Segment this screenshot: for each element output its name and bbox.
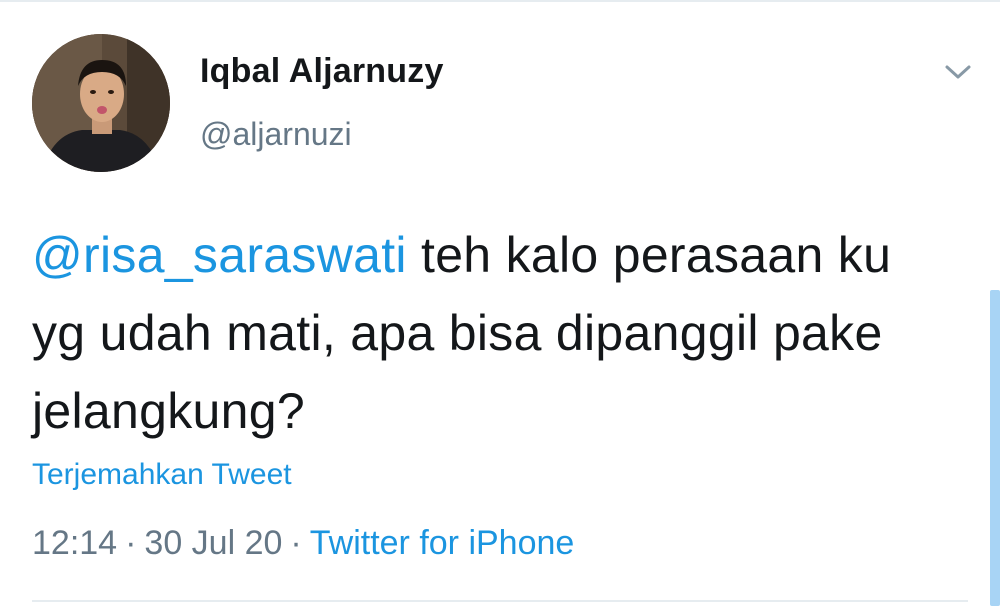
- translate-tweet-link[interactable]: Terjemahkan Tweet: [32, 458, 292, 492]
- tweet-date[interactable]: 30 Jul 20: [144, 524, 282, 562]
- tweet-source-link[interactable]: Twitter for iPhone: [310, 524, 575, 562]
- scrollbar[interactable]: [990, 290, 1000, 606]
- author-name[interactable]: Iqbal Aljarnuzy: [200, 52, 444, 91]
- meta-separator: ·: [125, 524, 137, 562]
- meta-separator: ·: [290, 524, 302, 562]
- avatar[interactable]: [32, 34, 170, 172]
- mention-link[interactable]: @risa_saraswati: [32, 227, 407, 283]
- tweet-meta: 12:14 · 30 Jul 20 · Twitter for iPhone: [32, 524, 574, 563]
- bottom-divider: [32, 600, 968, 602]
- top-divider: [0, 0, 1000, 2]
- author-handle[interactable]: @aljarnuzi: [200, 116, 352, 153]
- tweet-time[interactable]: 12:14: [32, 524, 117, 562]
- tweet-card: Iqbal Aljarnuzy @aljarnuzi @risa_saraswa…: [0, 0, 1000, 606]
- tweet-menu-button[interactable]: [936, 56, 980, 92]
- tweet-text: @risa_saraswati teh kalo perasaan ku yg …: [32, 216, 952, 450]
- avatar-image: [32, 34, 170, 172]
- chevron-down-icon: [944, 64, 972, 85]
